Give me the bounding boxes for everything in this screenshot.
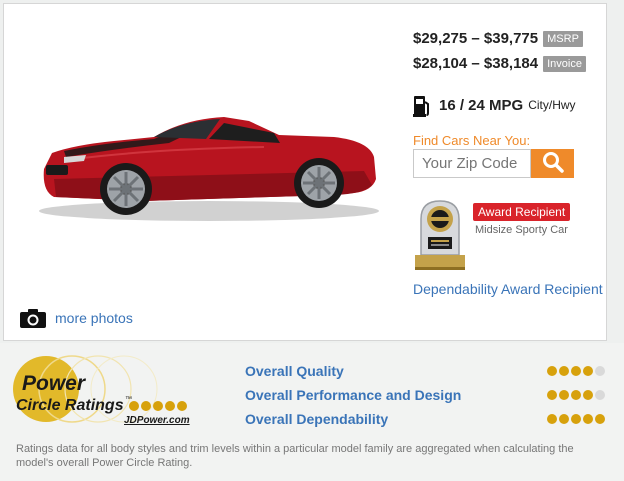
logo-circle-ratings-text: Circle Ratings: [16, 397, 124, 414]
more-photos-label: more photos: [55, 310, 133, 326]
rating-circle-filled: [547, 390, 557, 400]
power-circle-ratings-panel: Power Circle Ratings ™ JDPower.com Overa…: [0, 343, 624, 481]
rating-circle-filled: [571, 414, 581, 424]
rating-circle-filled: [547, 366, 557, 376]
dependability-award-link[interactable]: Dependability Award Recipient: [413, 281, 603, 297]
logo-tm: ™: [125, 396, 132, 403]
find-cars-label: Find Cars Near You:: [413, 133, 531, 148]
rating-circle-filled: [583, 390, 593, 400]
msrp-row: $29,275 – $39,775 MSRP: [413, 30, 583, 47]
rating-circles: [545, 366, 605, 376]
rating-circle-filled: [583, 414, 593, 424]
search-icon: [542, 151, 564, 176]
rating-row: Overall Performance and Design: [245, 387, 605, 407]
rating-label[interactable]: Overall Quality: [245, 363, 344, 379]
invoice-row: $28,104 – $38,184 Invoice: [413, 55, 586, 72]
invoice-range: $28,104 – $38,184: [413, 55, 539, 72]
logo-power-text: Power: [22, 372, 87, 395]
rating-row: Overall Dependability: [245, 411, 605, 431]
msrp-range: $29,275 – $39,775: [413, 30, 539, 47]
rating-label[interactable]: Overall Performance and Design: [245, 387, 461, 403]
rating-circle-empty: [595, 390, 605, 400]
car-illustration: [39, 117, 379, 221]
rating-circle-filled: [595, 414, 605, 424]
more-photos-link[interactable]: more photos: [19, 307, 133, 329]
zip-search-button[interactable]: [531, 149, 574, 178]
zip-code-input[interactable]: [413, 149, 531, 178]
camera-icon: [19, 307, 47, 329]
rating-circles: [545, 390, 605, 400]
mpg-unit: City/Hwy: [528, 98, 576, 112]
power-circle-ratings-logo[interactable]: Power Circle Ratings ™ JDPower.com: [10, 353, 200, 426]
ratings-disclaimer: Ratings data for all body styles and tri…: [16, 443, 574, 469]
rating-circle-filled: [559, 414, 569, 424]
logo-jdpower-site: JDPower.com: [124, 415, 190, 425]
rating-circle-filled: [583, 366, 593, 376]
mpg-row: 16 / 24 MPG City/Hwy: [413, 93, 576, 117]
fuel-pump-icon: [413, 93, 431, 117]
trophy-icon: [411, 199, 469, 273]
msrp-tag: MSRP: [543, 30, 583, 47]
invoice-tag: Invoice: [543, 55, 586, 72]
award-recipient-badge: Award Recipient: [473, 203, 571, 221]
rating-circle-filled: [559, 390, 569, 400]
rating-circle-filled: [571, 366, 581, 376]
mpg-value: 16 / 24 MPG: [439, 96, 524, 114]
rating-row: Overall Quality: [245, 363, 605, 383]
rating-circles: [545, 414, 605, 424]
car-image[interactable]: [34, 99, 384, 229]
rating-circle-filled: [559, 366, 569, 376]
rating-circle-empty: [595, 366, 605, 376]
rating-label[interactable]: Overall Dependability: [245, 411, 388, 427]
award-category: Midsize Sporty Car: [475, 224, 568, 236]
rating-circle-filled: [571, 390, 581, 400]
vehicle-summary-card: more photos $29,275 – $39,775 MSRP $28,1…: [3, 3, 607, 341]
rating-circle-filled: [547, 414, 557, 424]
